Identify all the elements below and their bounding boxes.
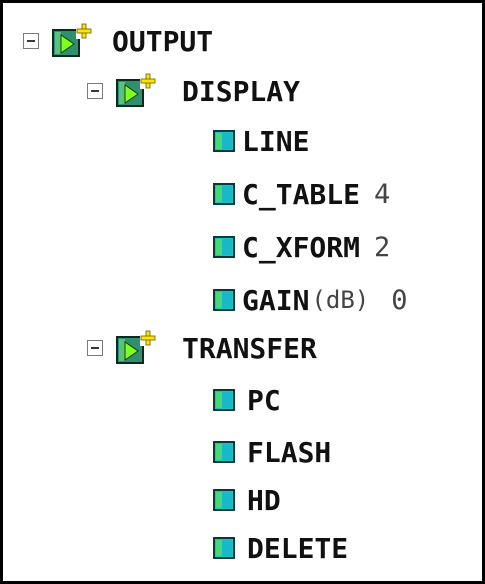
leaf-node-icon bbox=[213, 183, 235, 205]
node-label: DISPLAY bbox=[182, 74, 301, 108]
folder-add-icon bbox=[116, 73, 156, 109]
leaf-node-icon bbox=[213, 236, 235, 258]
leaf-label: LINE bbox=[242, 124, 310, 158]
node-label: OUTPUT bbox=[112, 24, 214, 58]
leaf-label: C_XFORM bbox=[242, 230, 361, 264]
tree-leaf-gain[interactable]: GAIN (dB) 0 bbox=[213, 280, 408, 320]
leaf-node-icon bbox=[213, 441, 235, 463]
tree-node-transfer[interactable]: TRANSFER bbox=[87, 328, 317, 368]
leaf-label: C_TABLE bbox=[242, 177, 361, 211]
tree-node-display[interactable]: DISPLAY bbox=[87, 71, 300, 111]
collapse-icon[interactable] bbox=[87, 83, 103, 99]
leaf-label: DELETE bbox=[247, 531, 349, 565]
leaf-node-icon bbox=[213, 130, 235, 152]
tree-node-output[interactable]: OUTPUT bbox=[23, 21, 213, 61]
tree-leaf-delete[interactable]: DELETE bbox=[213, 528, 348, 568]
leaf-value: 0 bbox=[391, 284, 408, 316]
leaf-label: GAIN bbox=[242, 283, 310, 317]
leaf-node-icon bbox=[213, 489, 235, 511]
node-label: TRANSFER bbox=[182, 331, 317, 365]
leaf-node-icon bbox=[213, 289, 235, 311]
leaf-label: FLASH bbox=[247, 435, 332, 469]
leaf-unit: (dB) bbox=[311, 286, 370, 314]
folder-add-icon bbox=[116, 330, 156, 366]
tree-leaf-line[interactable]: LINE bbox=[213, 121, 309, 161]
tree-leaf-hd[interactable]: HD bbox=[213, 480, 281, 520]
leaf-node-icon bbox=[213, 389, 235, 411]
tree-leaf-c-xform[interactable]: C_XFORM 2 bbox=[213, 227, 390, 267]
collapse-icon[interactable] bbox=[23, 33, 39, 49]
tree-leaf-pc[interactable]: PC bbox=[213, 380, 281, 420]
leaf-label: PC bbox=[247, 383, 281, 417]
tree-leaf-c-table[interactable]: C_TABLE 4 bbox=[213, 174, 390, 214]
collapse-icon[interactable] bbox=[87, 340, 103, 356]
leaf-node-icon bbox=[213, 537, 235, 559]
tree-panel: OUTPUT DISPLAY LINE C_TABLE 4 C_XFORM 2 … bbox=[0, 0, 485, 584]
leaf-value: 4 bbox=[374, 178, 391, 210]
folder-add-icon bbox=[52, 23, 92, 59]
leaf-label: HD bbox=[247, 483, 281, 517]
tree-leaf-flash[interactable]: FLASH bbox=[213, 432, 331, 472]
leaf-value: 2 bbox=[374, 231, 391, 263]
